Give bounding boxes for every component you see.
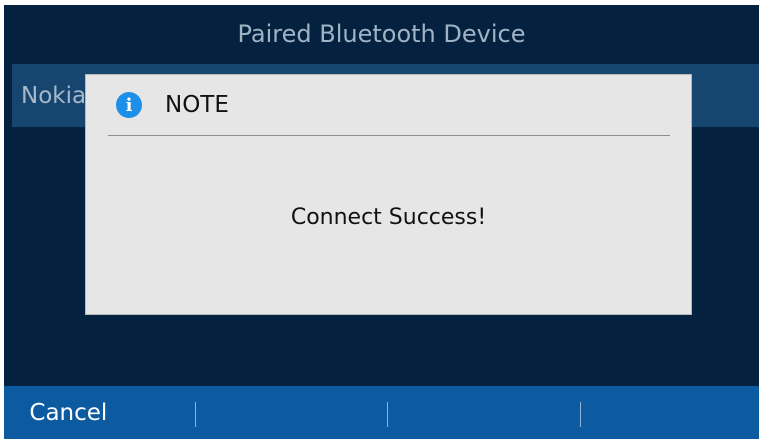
softkey-divider <box>580 402 581 427</box>
softkey-cancel[interactable]: Cancel <box>4 386 193 439</box>
softkey-cancel-label: Cancel <box>29 399 108 426</box>
dialog-title: NOTE <box>165 92 229 118</box>
device-name: Nokia <box>21 82 87 109</box>
dialog-message: Connect Success! <box>290 205 487 230</box>
note-dialog: i NOTE Connect Success! <box>85 74 692 315</box>
page-title-bar: Paired Bluetooth Device <box>4 5 759 63</box>
page-title: Paired Bluetooth Device <box>237 20 526 48</box>
dialog-header: i NOTE <box>108 75 670 136</box>
info-icon: i <box>116 92 142 118</box>
phone-screen: Paired Bluetooth Device Nokia i NOTE Con… <box>4 5 759 439</box>
softkey-bar: Cancel <box>4 386 759 439</box>
softkey-divider <box>195 402 196 427</box>
softkey-3[interactable] <box>382 386 571 439</box>
softkey-2[interactable] <box>193 386 382 439</box>
softkey-divider <box>387 402 388 427</box>
softkey-4[interactable] <box>570 386 759 439</box>
